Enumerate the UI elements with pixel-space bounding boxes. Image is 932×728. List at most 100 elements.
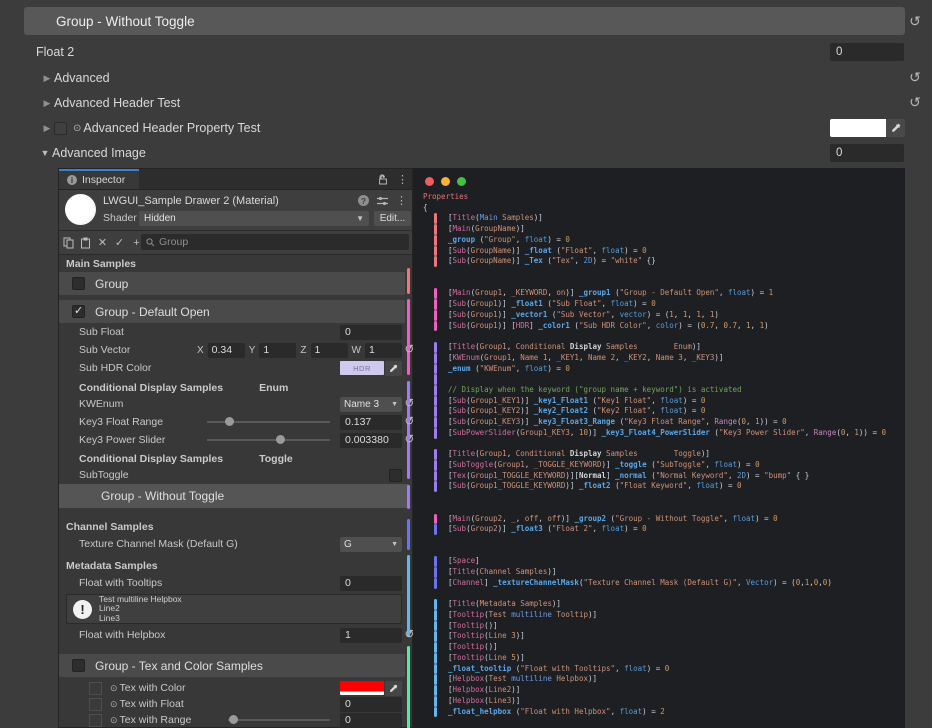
help-icon[interactable]: ? [358,195,369,206]
tex-with-float-field[interactable]: 0 [340,697,402,712]
code-token: Line3 [489,696,512,705]
code-token: ( [570,321,579,330]
search-field[interactable]: Group [141,234,409,250]
float2-field[interactable]: 0 [830,43,904,61]
minimize-window-icon[interactable] [441,177,450,186]
checkmark-icon[interactable]: ✓ [114,236,125,249]
revert-icon[interactable]: ↻ [907,13,923,29]
advanced-header-test-foldout[interactable]: ▶ Advanced Header Test [0,94,932,112]
code-token: {} [642,256,656,265]
advanced-foldout[interactable]: ▶ Advanced [0,69,932,87]
close-window-icon[interactable] [425,177,434,186]
key3-power-slider[interactable] [207,439,330,441]
paste-icon[interactable] [80,237,91,249]
code-token: )] [511,685,520,694]
code-token: , [516,235,525,244]
kwenum-dropdown[interactable]: Name 3 ▼ [340,397,402,412]
code-token: 0 [701,396,706,405]
kebab-menu-icon[interactable]: ⋮ [396,194,407,207]
hdr-color-swatch[interactable]: HDR [340,361,384,375]
sub-float-field[interactable]: 0 [340,325,402,340]
advanced-image-foldout[interactable]: ▼ Advanced Image [0,144,932,162]
code-line: [Title(Channel Samples)] [413,567,905,578]
presets-icon[interactable] [377,196,388,206]
group-without-toggle-header[interactable]: Group - Without Toggle [59,484,409,508]
texture-thumbnail[interactable] [89,698,102,711]
key3-float-range-slider[interactable] [207,421,330,423]
code-line: [Sub(Group1_TOGGLE_KEYWORD)] _float2 ("F… [413,481,905,492]
key3-power-slider-field[interactable]: 0.003380 [340,433,402,448]
group-without-toggle-header[interactable]: Group - Without Toggle [24,7,905,35]
channel-dropdown[interactable]: G ▼ [340,537,402,552]
code-token: , [525,460,534,469]
collapse-icon[interactable]: ✕ [97,236,108,249]
revert-icon[interactable]: ↻ [907,69,923,85]
foldout-arrow-icon[interactable]: ▶ [40,73,54,84]
code-line [413,503,905,514]
tex-with-range-row: ⊙ Tex with Range 0 [59,712,412,728]
eyedropper-button[interactable] [385,681,402,696]
revert-icon[interactable]: ↻ [907,94,923,110]
group-tex-color-header[interactable]: Group - Tex and Color Samples [59,654,405,677]
kebab-menu-icon[interactable]: ⋮ [397,173,408,186]
tex-with-range-slider[interactable] [228,719,330,721]
code-block-bar [434,610,437,621]
eyedropper-button[interactable] [385,361,402,376]
property-checkbox[interactable] [54,122,67,135]
code-token: , [728,471,737,480]
group-checkbox-checked[interactable] [72,305,85,318]
code-line: [Helpbox(Line3)] [413,696,905,707]
vector-x-field[interactable]: 0.34 [208,343,245,358]
code-token: "Float 2" [552,524,593,533]
texture-thumbnail[interactable] [89,714,102,727]
group-default-open-header[interactable]: Group - Default Open [59,300,405,323]
slider-thumb[interactable] [276,435,285,444]
code-line: [Tooltip()] [413,642,905,653]
slider-thumb[interactable] [229,715,238,724]
group-checkbox[interactable] [72,659,85,672]
code-token: )] [520,396,534,405]
key3-float-range-field[interactable]: 0.137 [340,415,402,430]
shader-dropdown[interactable]: Hidden ▼ [139,211,369,226]
float-with-helpbox-field[interactable]: 1 [340,628,402,643]
foldout-arrow-icon[interactable]: ▶ [40,98,54,109]
slider-thumb[interactable] [225,417,234,426]
group-checkbox[interactable] [72,277,85,290]
advanced-image-field[interactable]: 0 [830,144,904,162]
code-token: Metadata Samples [480,599,552,608]
eyedropper-button[interactable] [886,119,905,137]
code-token: Samples [498,213,534,222]
copy-icon[interactable] [63,237,74,249]
code-token: _KEY2 [624,353,647,362]
float-with-tooltips-field[interactable]: 0 [340,576,402,591]
sub-hdr-color-row: Sub HDR Color HDR [59,359,412,377]
code-lines[interactable]: Properties{[Title(Main Samples)][Main(Gr… [413,192,905,717]
color-swatch-red[interactable] [340,681,384,695]
vector-w-field[interactable]: 1 [365,343,402,358]
tex-with-range-field[interactable]: 0 [340,713,402,728]
texture-thumbnail[interactable] [89,682,102,695]
maximize-window-icon[interactable] [457,177,466,186]
lock-icon[interactable] [378,174,388,185]
chevron-down-icon: ▼ [391,401,398,408]
code-token: ) = [547,235,565,244]
advanced-header-property-test-row[interactable]: ▶ ⊙ Advanced Header Property Test [0,119,932,137]
shader-edit-button[interactable]: Edit... [374,211,411,226]
group-header[interactable]: Group [59,272,405,295]
vector-z-field[interactable]: 1 [311,343,348,358]
code-token: Line2 [489,685,512,694]
subtoggle-checkbox[interactable] [389,469,402,482]
material-preview-sphere[interactable] [65,194,96,225]
foldout-arrow-icon[interactable]: ▶ [40,123,54,134]
tab-inspector[interactable]: i Inspector [59,169,139,189]
enum-tag: Enum [259,382,288,394]
helpbox-line2: Line2 [99,603,120,613]
vector-y-field[interactable]: 1 [259,343,296,358]
code-line: [Title(Main Samples)] [413,213,905,224]
tex-with-float-label: Tex with Float [120,698,340,710]
color-swatch-white[interactable] [830,119,886,137]
foldout-arrow-open-icon[interactable]: ▼ [38,148,52,158]
code-token: float [525,235,548,244]
code-line: [Main(GroupName)] [413,224,905,235]
code-token: Sub [453,396,467,405]
